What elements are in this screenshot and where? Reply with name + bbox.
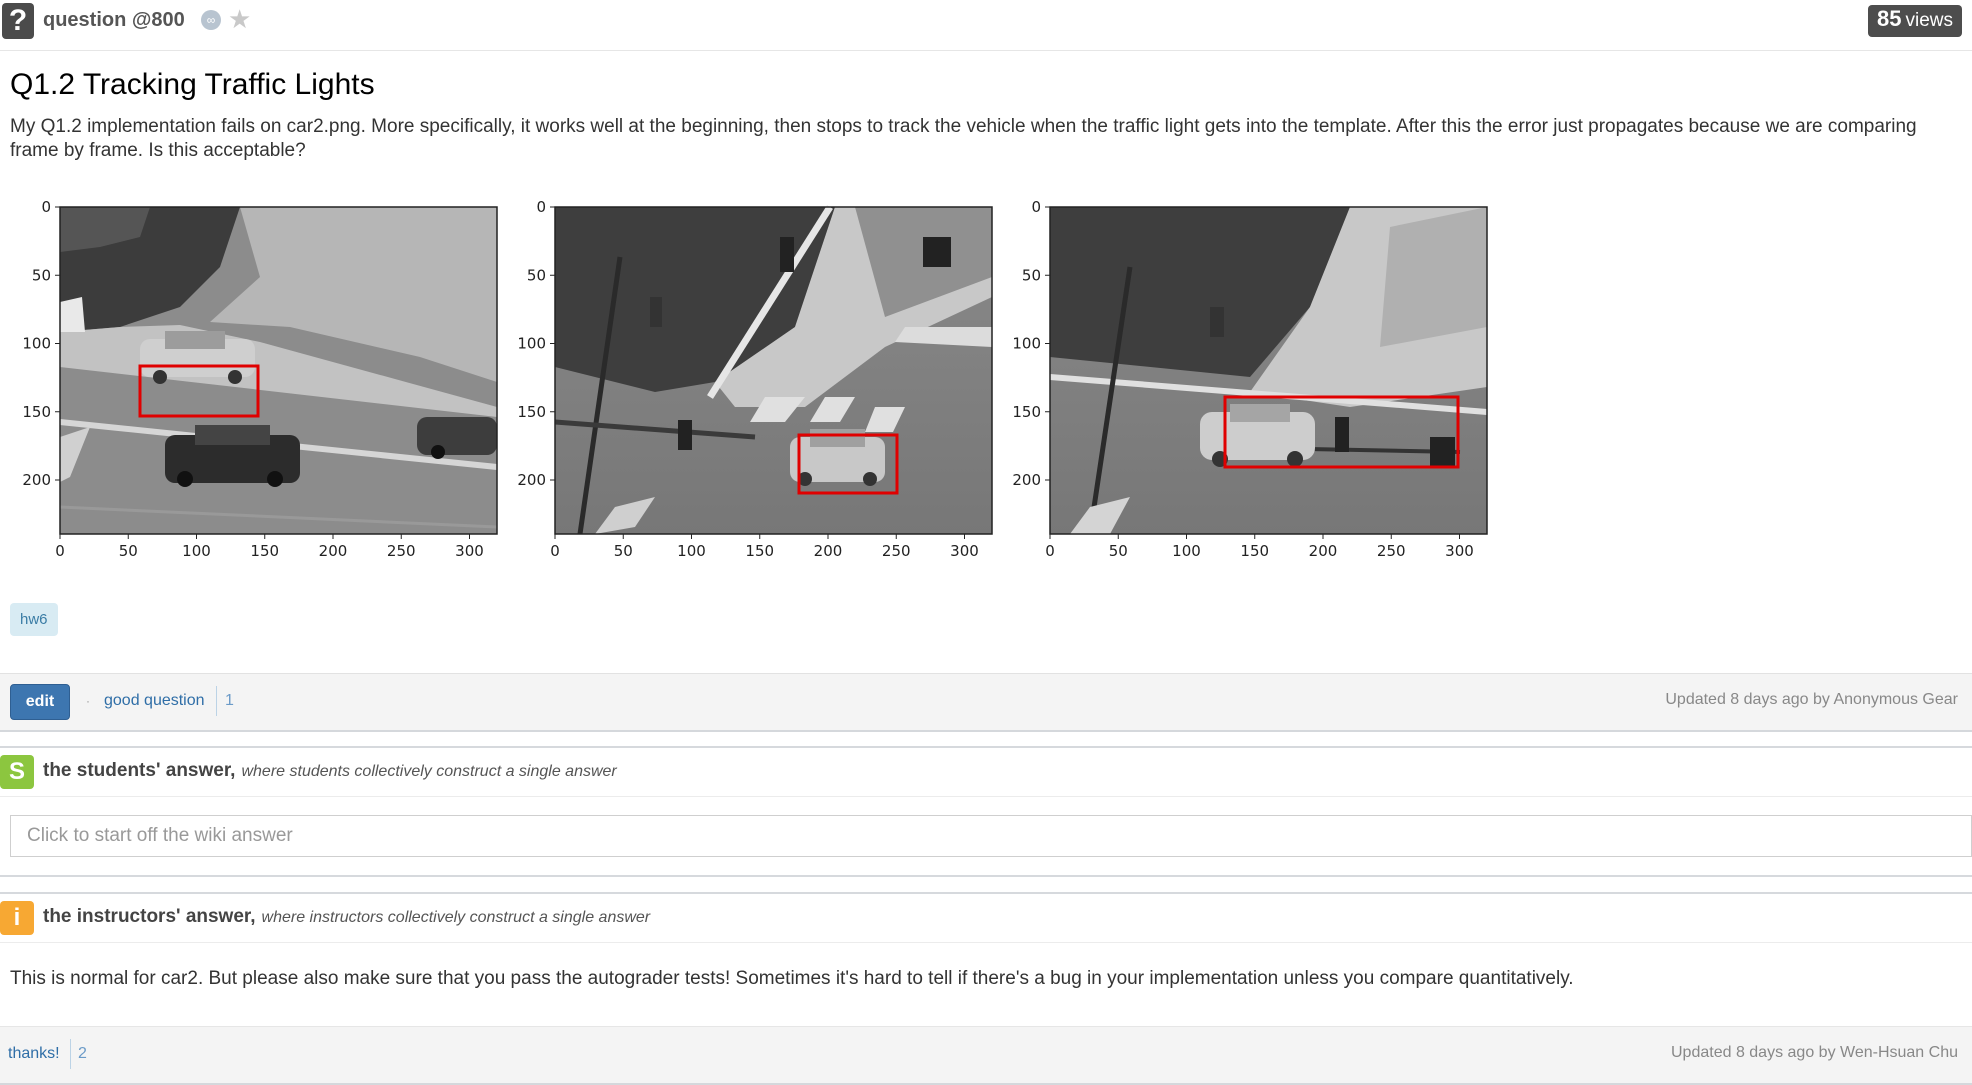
- x-tick-label: 300: [455, 542, 484, 560]
- x-tick-label: 200: [814, 542, 843, 560]
- question-header: ? question @800 ∞ ★ 85 views: [0, 0, 1972, 51]
- x-tick-label: 0: [550, 542, 560, 560]
- wiki-answer-input[interactable]: Click to start off the wiki answer: [10, 815, 1972, 857]
- figure-panel-2: [554, 205, 993, 535]
- y-tick-label: 150: [22, 403, 51, 421]
- question-updated-text: Updated 8 days ago by Anonymous Gear: [1665, 691, 1958, 708]
- x-tick-label: 150: [745, 542, 774, 560]
- students-answer-title: the students' answer, where students coll…: [43, 760, 617, 782]
- y-tick-label: 100: [517, 335, 546, 353]
- figure-panel-1: [59, 206, 498, 535]
- thanks-count: 2: [78, 1045, 87, 1062]
- x-tick-label: 100: [182, 542, 211, 560]
- right-car: [417, 417, 497, 459]
- divider: [70, 1039, 71, 1069]
- tracked-car: [1200, 404, 1315, 467]
- star-icon[interactable]: ★: [228, 4, 251, 34]
- students-answer-subtitle: where students collectively construct a …: [241, 763, 617, 780]
- instructors-answer-header: i the instructors' answer, where instruct…: [0, 892, 1972, 943]
- good-question-button[interactable]: good question: [104, 692, 205, 710]
- x-tick-label: 300: [950, 542, 979, 560]
- section-divider: [0, 875, 1972, 877]
- students-badge-icon: S: [0, 755, 34, 789]
- question-badge-icon: ?: [2, 3, 34, 39]
- y-tick-label: 200: [1012, 471, 1041, 489]
- link-icon[interactable]: ∞: [201, 10, 221, 30]
- instructors-answer-title-text: the instructors' answer,: [43, 906, 256, 927]
- x-tick-label: 0: [55, 542, 65, 560]
- tracking-results-figure: 0 50 100 150 200 250 300 0 50 100 150 200 0 50 100 150 2…: [22, 198, 1488, 560]
- x-tick-label: 300: [1445, 542, 1474, 560]
- good-question-count: 1: [225, 692, 234, 709]
- y-tick-label: 150: [517, 403, 546, 421]
- y-tick-label: 150: [1012, 403, 1041, 421]
- x-tick-label: 250: [882, 542, 911, 560]
- thanks-button[interactable]: thanks!: [8, 1045, 60, 1063]
- x-tick-label: 200: [319, 542, 348, 560]
- post-body: My Q1.2 implementation fails on car2.png…: [10, 116, 1917, 161]
- x-tick-label: 50: [614, 542, 633, 560]
- y-tick-label: 0: [536, 198, 546, 216]
- students-answer-header: S the students' answer, where students co…: [0, 746, 1972, 797]
- y-tick-label: 200: [22, 471, 51, 489]
- x-tick-label: 100: [1172, 542, 1201, 560]
- x-tick-label: 100: [677, 542, 706, 560]
- y-tick-label: 0: [41, 198, 51, 216]
- separator-dot: ·: [86, 694, 90, 708]
- x-tick-label: 150: [250, 542, 279, 560]
- instructors-answer-subtitle: where instructors collectively construct…: [261, 909, 651, 926]
- tag-hw6[interactable]: hw6: [10, 603, 58, 636]
- question-number: question @800: [43, 9, 185, 31]
- x-tick-label: 0: [1045, 542, 1055, 560]
- answer-updated-text: Updated 8 days ago by Wen-Hsuan Chu: [1671, 1044, 1958, 1061]
- divider: [216, 686, 217, 716]
- answer-action-bar: thanks! 2 Updated 8 days ago by Wen-Hsua…: [0, 1026, 1972, 1085]
- x-tick-label: 250: [1377, 542, 1406, 560]
- y-tick-label: 0: [1031, 198, 1041, 216]
- x-tick-label: 150: [1240, 542, 1269, 560]
- x-tick-label: 50: [119, 542, 138, 560]
- post-title: Q1.2 Tracking Traffic Lights: [10, 68, 375, 101]
- y-tick-label: 200: [517, 471, 546, 489]
- figure-panel-3: [1049, 206, 1488, 535]
- y-tick-label: 50: [1022, 266, 1041, 284]
- x-tick-label: 250: [387, 542, 416, 560]
- edit-button[interactable]: edit: [10, 684, 70, 720]
- students-answer-title-text: the students' answer,: [43, 760, 236, 781]
- tracked-car: [790, 429, 885, 486]
- y-tick-label: 50: [527, 266, 546, 284]
- views-badge: 85 views: [1868, 5, 1962, 37]
- question-action-bar: edit · good question 1 Updated 8 days ag…: [0, 673, 1972, 732]
- y-tick-label: 50: [32, 266, 51, 284]
- instructors-badge-icon: i: [0, 901, 34, 935]
- x-tick-label: 200: [1309, 542, 1338, 560]
- views-count: 85: [1877, 6, 1902, 31]
- x-tick-label: 50: [1109, 542, 1128, 560]
- y-tick-label: 100: [1012, 335, 1041, 353]
- y-tick-label: 100: [22, 335, 51, 353]
- instructors-answer-title: the instructors' answer, where instructor…: [43, 906, 650, 928]
- views-label: views: [1905, 10, 1953, 31]
- instructors-answer-body: This is normal for car2. But please also…: [10, 968, 1574, 989]
